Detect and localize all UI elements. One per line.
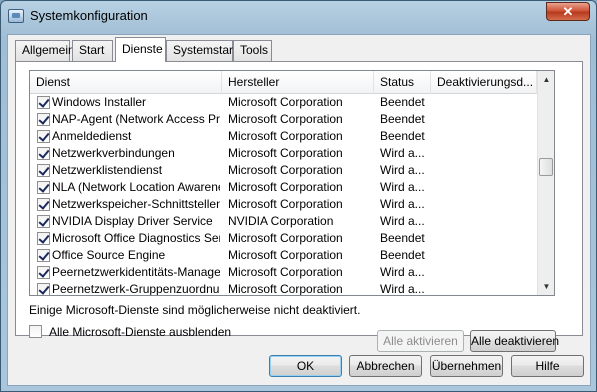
apply-button[interactable]: Übernehmen <box>430 355 503 377</box>
service-row[interactable]: Office Source Engine Microsoft Corporati… <box>30 247 537 264</box>
dialog-body: Allgemein Start Dienste Systemstart Tool… <box>7 34 591 386</box>
service-vendor: Microsoft Corporation <box>228 112 343 126</box>
service-vendor: Microsoft Corporation <box>228 265 343 279</box>
close-button[interactable]: ✕ <box>546 2 590 21</box>
service-vendor: Microsoft Corporation <box>228 95 343 109</box>
service-status: Wird a... <box>380 265 425 279</box>
service-row[interactable]: Microsoft Office Diagnostics Ser... Micr… <box>30 230 537 247</box>
tab-allgemein[interactable]: Allgemein <box>15 40 75 61</box>
service-checkbox[interactable] <box>37 215 50 228</box>
help-button[interactable]: Hilfe <box>511 355 584 377</box>
service-name: NLA (Network Location Awarene... <box>52 180 220 194</box>
service-row[interactable]: Peernetzwerk-Gruppenzuordnung Microsoft … <box>30 281 537 296</box>
service-vendor: NVIDIA Corporation <box>228 214 334 228</box>
ms-services-note: Einige Microsoft-Dienste sind möglicherw… <box>29 303 361 317</box>
tab-start[interactable]: Start <box>72 40 113 61</box>
service-vendor: Microsoft Corporation <box>228 248 343 262</box>
service-status: Beendet <box>380 129 425 143</box>
service-name: Netzwerkspeicher-Schnittstellen... <box>52 197 220 211</box>
column-header-vendor[interactable]: Hersteller <box>222 71 374 94</box>
service-vendor: Microsoft Corporation <box>228 180 343 194</box>
scroll-down-arrow-icon[interactable]: ▼ <box>538 278 554 295</box>
ok-button[interactable]: OK <box>269 355 342 377</box>
service-row[interactable]: NAP-Agent (Network Access Pro... Microso… <box>30 111 537 128</box>
service-name: NVIDIA Display Driver Service <box>52 214 213 228</box>
tab-dienste[interactable]: Dienste <box>115 37 166 62</box>
service-rows: Windows Installer Microsoft Corporation … <box>30 94 537 296</box>
column-header: Dienst Hersteller Status Deaktivierungsd… <box>30 71 537 94</box>
service-vendor: Microsoft Corporation <box>228 231 343 245</box>
service-vendor: Microsoft Corporation <box>228 129 343 143</box>
vertical-scrollbar[interactable]: ▲ ▼ <box>537 71 554 295</box>
service-checkbox[interactable] <box>37 147 50 160</box>
services-list[interactable]: Dienst Hersteller Status Deaktivierungsd… <box>29 70 555 296</box>
service-row[interactable]: Peernetzwerkidentitäts-Manager Microsoft… <box>30 264 537 281</box>
service-row[interactable]: Windows Installer Microsoft Corporation … <box>30 94 537 111</box>
services-panel: Dienst Hersteller Status Deaktivierungsd… <box>15 61 583 352</box>
scrollbar-thumb[interactable] <box>539 158 553 176</box>
service-name: Netzwerklistendienst <box>52 163 163 177</box>
service-vendor: Microsoft Corporation <box>228 282 343 296</box>
service-name: Peernetzwerk-Gruppenzuordnung <box>52 282 220 296</box>
cancel-button[interactable]: Abbrechen <box>349 355 422 377</box>
service-status: Wird a... <box>380 163 425 177</box>
scroll-up-arrow-icon[interactable]: ▲ <box>538 71 554 88</box>
service-checkbox[interactable] <box>37 283 50 295</box>
tab-tools[interactable]: Tools <box>233 40 272 61</box>
service-name: Anmeldedienst <box>52 129 132 143</box>
service-checkbox[interactable] <box>37 113 50 126</box>
service-checkbox[interactable] <box>37 232 50 245</box>
service-row[interactable]: Anmeldedienst Microsoft Corporation Been… <box>30 128 537 145</box>
service-row[interactable]: Netzwerkspeicher-Schnittstellen... Micro… <box>30 196 537 213</box>
service-vendor: Microsoft Corporation <box>228 197 343 211</box>
hide-ms-services-checkbox[interactable] <box>29 325 42 338</box>
service-vendor: Microsoft Corporation <box>228 146 343 160</box>
disable-all-button[interactable]: Alle deaktivieren <box>470 330 559 352</box>
service-status: Wird a... <box>380 197 425 211</box>
service-name: NAP-Agent (Network Access Pro... <box>52 112 220 126</box>
service-status: Wird a... <box>380 180 425 194</box>
service-checkbox[interactable] <box>37 198 50 211</box>
service-checkbox[interactable] <box>37 164 50 177</box>
service-status: Wird a... <box>380 282 425 296</box>
service-checkbox[interactable] <box>37 96 50 109</box>
service-name: Netzwerkverbindungen <box>52 146 175 160</box>
title-bar[interactable]: Systemkonfiguration ✕ <box>1 1 596 31</box>
service-row[interactable]: Netzwerklistendienst Microsoft Corporati… <box>30 162 537 179</box>
column-header-status[interactable]: Status <box>374 71 431 94</box>
service-checkbox[interactable] <box>37 130 50 143</box>
service-checkbox[interactable] <box>37 266 50 279</box>
service-vendor: Microsoft Corporation <box>228 163 343 177</box>
hide-ms-services-label[interactable]: Alle Microsoft-Dienste ausblenden <box>49 324 231 340</box>
enable-all-button[interactable]: Alle aktivieren <box>377 330 464 352</box>
tab-systemstart[interactable]: Systemstart <box>166 40 236 61</box>
service-checkbox[interactable] <box>37 249 50 262</box>
window-title: Systemkonfiguration <box>30 8 148 23</box>
service-status: Wird a... <box>380 146 425 160</box>
app-icon <box>8 9 24 23</box>
column-header-deactivation-date[interactable]: Deaktivierungsd... <box>431 71 537 94</box>
service-status: Wird a... <box>380 214 425 228</box>
service-status: Beendet <box>380 95 425 109</box>
column-header-service[interactable]: Dienst <box>30 71 222 94</box>
service-name: Peernetzwerkidentitäts-Manager <box>52 265 220 279</box>
service-row[interactable]: NVIDIA Display Driver Service NVIDIA Cor… <box>30 213 537 230</box>
service-name: Office Source Engine <box>52 248 166 262</box>
service-status: Beendet <box>380 112 425 126</box>
service-status: Beendet <box>380 248 425 262</box>
service-name: Windows Installer <box>52 95 147 109</box>
system-config-window: Systemkonfiguration ✕ Allgemein Start Di… <box>0 0 597 392</box>
service-status: Beendet <box>380 231 425 245</box>
service-row[interactable]: Netzwerkverbindungen Microsoft Corporati… <box>30 145 537 162</box>
service-name: Microsoft Office Diagnostics Ser... <box>52 231 220 245</box>
service-checkbox[interactable] <box>37 181 50 194</box>
service-row[interactable]: NLA (Network Location Awarene... Microso… <box>30 179 537 196</box>
